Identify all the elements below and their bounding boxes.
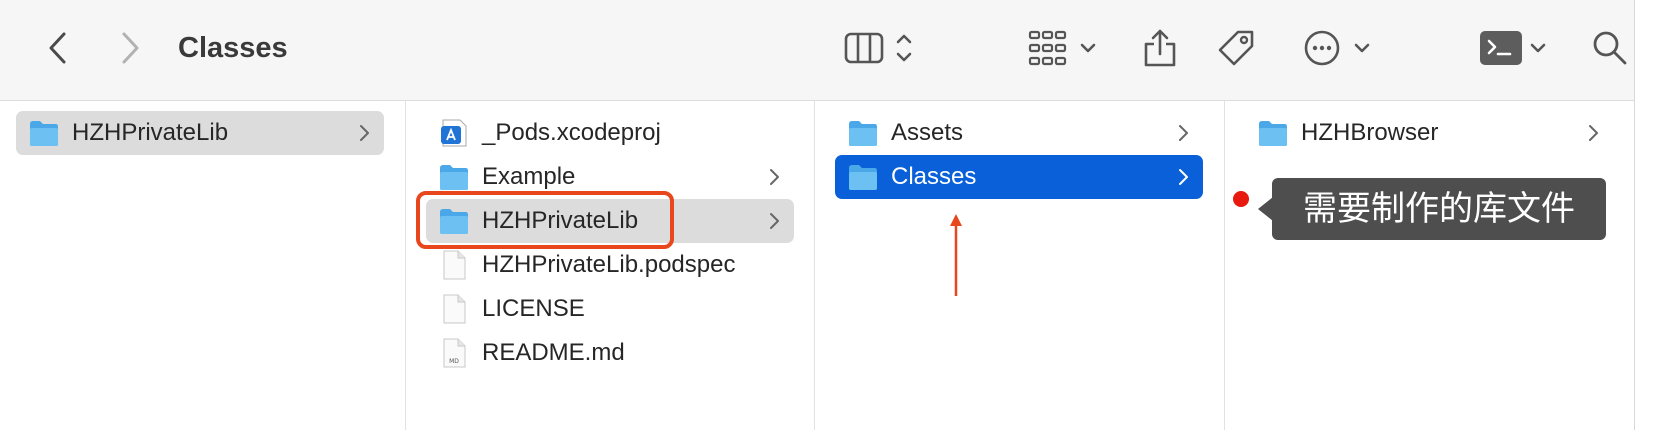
list-item[interactable]: LICENSE — [426, 287, 794, 331]
markdown-document-icon: MD — [443, 338, 466, 368]
tooltip-tail — [1258, 197, 1273, 221]
chevron-right-icon — [1179, 125, 1188, 141]
list-item[interactable]: HZHPrivateLib — [16, 111, 384, 155]
list-item[interactable]: HZHBrowser — [1245, 111, 1613, 155]
view-mode-button[interactable] — [842, 26, 922, 70]
folder-icon — [849, 165, 877, 190]
list-item[interactable]: Classes — [835, 155, 1203, 199]
item-label: _Pods.xcodeproj — [482, 119, 661, 146]
item-label: Assets — [891, 119, 964, 146]
back-button[interactable] — [38, 26, 78, 70]
tag-icon — [1218, 30, 1254, 66]
list-item[interactable]: HZHPrivateLib.podspec — [426, 243, 794, 287]
chevron-left-icon — [49, 32, 66, 64]
columns-view-icon — [844, 32, 912, 64]
forward-button[interactable] — [110, 26, 150, 70]
group-button[interactable] — [1026, 26, 1100, 70]
terminal-icon — [1480, 31, 1522, 65]
folder-icon — [849, 121, 877, 146]
column-2: _Pods.xcodeproj Example HZHPrivateLib HZ… — [406, 101, 815, 430]
chevron-right-icon — [770, 169, 779, 185]
grid-group-icon — [1028, 30, 1096, 66]
chevron-right-icon — [360, 125, 369, 141]
folder-icon — [1259, 121, 1287, 146]
tag-button[interactable] — [1214, 26, 1258, 70]
chevron-right-icon — [1589, 125, 1598, 141]
share-button[interactable] — [1140, 26, 1180, 70]
search-button[interactable] — [1590, 26, 1630, 70]
share-icon — [1144, 29, 1176, 67]
chevron-right-icon — [770, 213, 779, 229]
annotation-highlight-box — [416, 191, 674, 249]
finder-window: Classes HZHPrivateLib _Pods.xcodeproj Ex… — [0, 0, 1635, 430]
item-label: README.md — [482, 339, 625, 366]
column-1: HZHPrivateLib — [0, 101, 406, 430]
list-item[interactable]: MD README.md — [426, 331, 794, 375]
document-icon — [443, 294, 466, 324]
document-icon — [443, 250, 466, 280]
ellipsis-circle-icon — [1304, 30, 1370, 66]
xcodeproj-icon — [441, 119, 467, 147]
item-label: LICENSE — [482, 295, 585, 322]
list-item[interactable]: _Pods.xcodeproj — [426, 111, 794, 155]
terminal-button[interactable] — [1476, 26, 1556, 70]
list-item[interactable]: Assets — [835, 111, 1203, 155]
more-actions-button[interactable] — [1302, 26, 1374, 70]
annotation-tooltip: 需要制作的库文件 — [1272, 178, 1606, 240]
window-title: Classes — [178, 32, 288, 64]
chevron-right-icon — [122, 32, 139, 64]
column-3: Assets Classes — [815, 101, 1225, 430]
annotation-dot — [1233, 191, 1249, 207]
search-icon — [1593, 31, 1627, 65]
folder-icon — [30, 121, 58, 146]
column-4: HZHBrowser — [1225, 101, 1633, 430]
item-label: HZHPrivateLib.podspec — [482, 251, 736, 278]
folder-icon — [440, 165, 468, 190]
md-badge-text: MD — [449, 358, 459, 365]
chevron-down-icon — [1530, 43, 1546, 53]
item-label: Classes — [891, 163, 977, 190]
annotation-arrow-icon — [950, 214, 962, 296]
chevron-right-icon — [1179, 169, 1188, 185]
toolbar: Classes — [0, 0, 1634, 101]
item-label: HZHPrivateLib — [72, 119, 229, 146]
item-label: HZHBrowser — [1301, 119, 1439, 146]
